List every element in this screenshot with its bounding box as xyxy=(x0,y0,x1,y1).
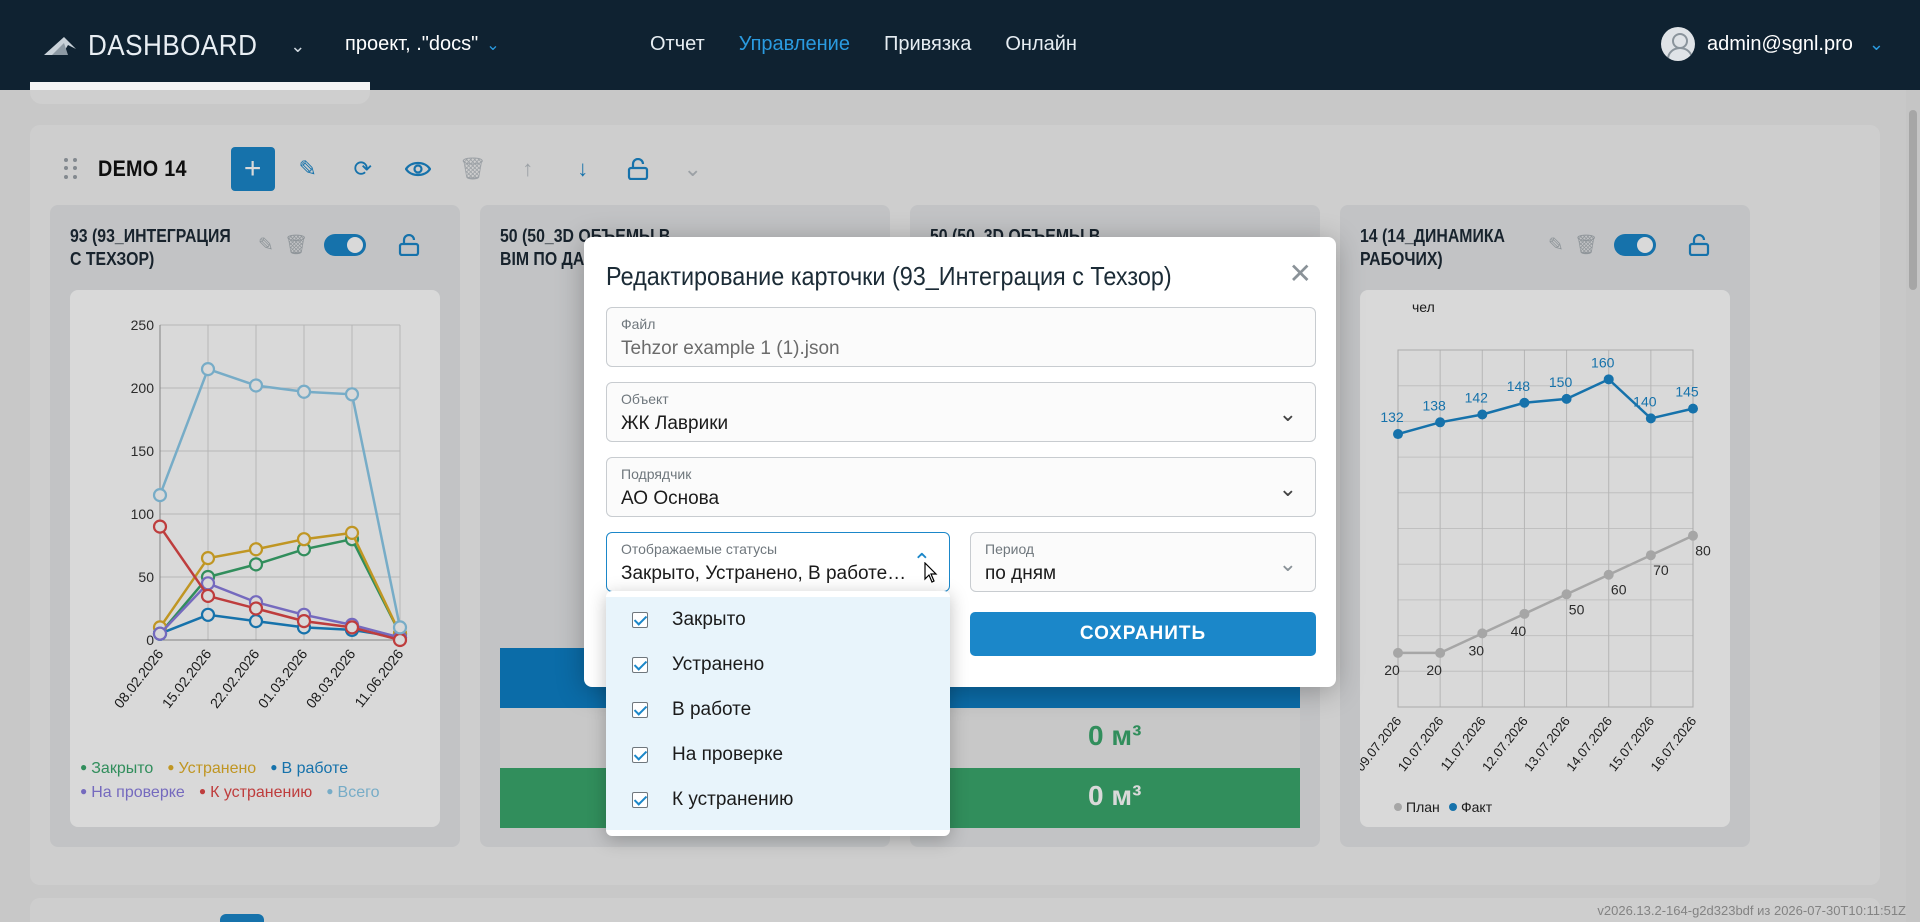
period-value: по дням xyxy=(985,563,1057,584)
contractor-value: АО Основа xyxy=(621,488,720,509)
nav-item-report[interactable]: Отчет xyxy=(650,33,705,56)
close-icon[interactable]: ✕ xyxy=(1289,257,1312,290)
avatar xyxy=(1660,27,1695,61)
logo[interactable]: DASHBOARD ⌄ xyxy=(42,28,305,64)
user-email: admin@sgnl.pro xyxy=(1706,32,1853,55)
period-select[interactable]: Период по дням ⌄ xyxy=(970,532,1316,592)
field-label: Отображаемые статусы xyxy=(621,541,778,557)
checkbox-checked-icon[interactable] xyxy=(632,746,648,763)
file-field[interactable]: Файл Tehzor example 1 (1).json xyxy=(606,307,1316,367)
status-option-label: На проверке xyxy=(672,743,784,765)
status-option-label: К устранению xyxy=(672,788,794,810)
checkbox-checked-icon[interactable] xyxy=(632,611,648,628)
status-option-label: В работе xyxy=(672,698,752,720)
object-select[interactable]: Объект ЖК Лаврики ⌄ xyxy=(606,382,1316,442)
save-button[interactable]: СОХРАНИТЬ xyxy=(970,612,1316,656)
status-option-label: Устранено xyxy=(672,653,765,675)
chevron-down-icon: ⌄ xyxy=(1868,33,1884,54)
field-label: Файл xyxy=(621,316,656,332)
checkbox-checked-icon[interactable] xyxy=(632,791,648,808)
nav-item-management[interactable]: Управление xyxy=(739,33,850,56)
status-option[interactable]: На проверке xyxy=(606,732,950,777)
field-label: Объект xyxy=(621,391,669,407)
checkbox-checked-icon[interactable] xyxy=(632,656,648,673)
modal-title: Редактирование карточки (93_Интеграция с… xyxy=(606,261,1172,291)
project-name: проект, ."docs" xyxy=(345,33,479,55)
top-navigation-bar: DASHBOARD ⌄ проект, ."docs" ⌄ Отчет Упра… xyxy=(0,0,1920,90)
statuses-dropdown: Закрыто Устранено В работе На проверке К уст… xyxy=(606,591,950,836)
logo-icon xyxy=(44,37,76,55)
chevron-down-icon: ⌄ xyxy=(1278,551,1297,576)
nav-item-online[interactable]: Онлайн xyxy=(1005,33,1077,56)
nav-item-binding[interactable]: Привязка xyxy=(884,33,971,56)
contractor-select[interactable]: Подрядчик АО Основа ⌄ xyxy=(606,457,1316,517)
statuses-value: Закрыто, Устранено, В работе… xyxy=(621,563,907,584)
file-value: Tehzor example 1 (1).json xyxy=(621,338,840,359)
field-label: Подрядчик xyxy=(621,466,692,482)
chevron-down-icon: ⌄ xyxy=(1278,401,1297,426)
object-value: ЖК Лаврики xyxy=(621,413,729,434)
main-nav: Отчет Управление Привязка Онлайн xyxy=(650,33,1077,56)
mouse-cursor-icon xyxy=(924,562,938,583)
field-label: Период xyxy=(985,541,1035,557)
chevron-down-icon: ⌄ xyxy=(1278,476,1297,501)
user-menu[interactable]: admin@sgnl.pro ⌄ xyxy=(1660,27,1884,61)
status-option[interactable]: Закрыто xyxy=(606,597,950,642)
chevron-down-icon[interactable]: ⌄ xyxy=(290,36,305,57)
logo-text: DASHBOARD xyxy=(88,29,258,62)
chevron-down-icon: ⌄ xyxy=(486,36,500,54)
statuses-option-list: Закрыто Устранено В работе На проверке К уст… xyxy=(606,597,950,830)
checkbox-checked-icon[interactable] xyxy=(632,701,648,718)
status-option[interactable]: К устранению xyxy=(606,777,950,822)
project-selector[interactable]: проект, ."docs" ⌄ xyxy=(345,33,500,56)
status-option[interactable]: Устранено xyxy=(606,642,950,687)
statuses-select[interactable]: Отображаемые статусы Закрыто, Устранено,… xyxy=(606,532,950,592)
status-option-label: Закрыто xyxy=(672,608,746,630)
status-option[interactable]: В работе xyxy=(606,687,950,732)
